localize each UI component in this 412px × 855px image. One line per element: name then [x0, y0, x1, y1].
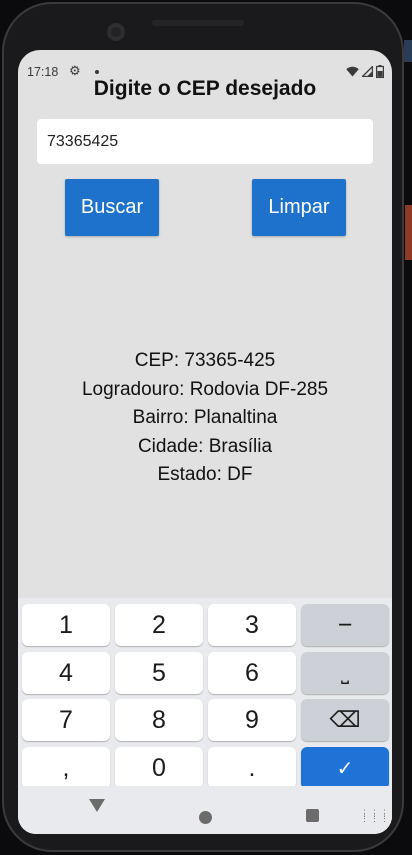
- key-0[interactable]: 0: [115, 747, 203, 789]
- enter-check-icon[interactable]: ✓: [301, 747, 389, 789]
- background-window-sliver: [405, 205, 412, 260]
- recents-icon[interactable]: [306, 809, 319, 822]
- key-2[interactable]: 2: [115, 604, 203, 646]
- result-logradouro: Logradouro: Rodovia DF-285: [81, 378, 329, 400]
- key-6[interactable]: 6: [208, 652, 296, 694]
- key-minus[interactable]: −: [301, 604, 389, 646]
- keyboard-switch-icon[interactable]: ⋮⋮⋮⋮⋮⋮⋮⋮: [360, 809, 392, 823]
- key-8[interactable]: 8: [115, 699, 203, 741]
- phone-frame: 17:18 ⚙ Digite o CEP desejado Bu: [2, 2, 404, 852]
- app-screen: 17:18 ⚙ Digite o CEP desejado Bu: [18, 50, 392, 834]
- backspace-icon[interactable]: ⌫: [301, 699, 389, 741]
- key-1[interactable]: 1: [22, 604, 110, 646]
- key-4[interactable]: 4: [22, 652, 110, 694]
- search-button[interactable]: Buscar: [65, 179, 159, 236]
- home-icon[interactable]: [199, 811, 212, 824]
- notification-dot: [95, 70, 99, 74]
- cep-input[interactable]: [37, 119, 373, 164]
- navigation-bar: ⋮⋮⋮⋮⋮⋮⋮⋮: [18, 786, 392, 834]
- key-5[interactable]: 5: [115, 652, 203, 694]
- earpiece-speaker: [152, 20, 244, 26]
- settings-icon: ⚙: [69, 63, 81, 78]
- wifi-icon: [346, 66, 359, 77]
- clear-button[interactable]: Limpar: [252, 179, 346, 236]
- key-7[interactable]: 7: [22, 699, 110, 741]
- back-icon[interactable]: [89, 799, 105, 812]
- background-window-sliver: [404, 40, 412, 62]
- result-estado: Estado: DF: [157, 464, 253, 485]
- result-cidade: Cidade: Brasília: [137, 435, 273, 457]
- key-period[interactable]: .: [208, 747, 296, 789]
- space-key-icon[interactable]: ⎵: [301, 652, 389, 694]
- signal-icon: [362, 66, 373, 77]
- page-title: Digite o CEP desejado: [93, 77, 317, 100]
- address-result: CEP: 73365-425 Logradouro: Rodovia DF-28…: [18, 347, 392, 490]
- key-9[interactable]: 9: [208, 699, 296, 741]
- result-cep: CEP: 73365-425: [134, 350, 276, 371]
- key-3[interactable]: 3: [208, 604, 296, 646]
- key-comma[interactable]: ,: [22, 747, 110, 789]
- front-camera: [107, 23, 125, 41]
- result-bairro: Bairro: Planaltina: [132, 407, 278, 428]
